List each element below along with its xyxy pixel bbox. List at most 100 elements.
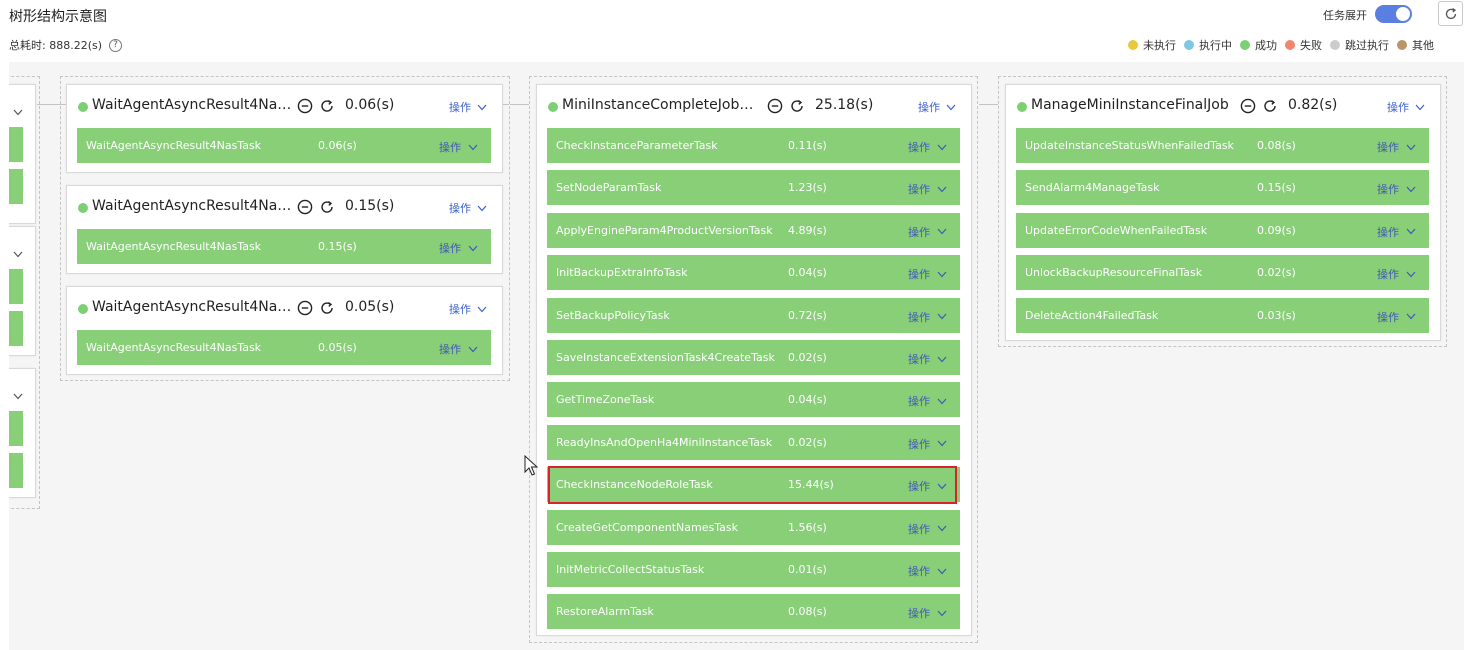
task-duration: 1.23(s) xyxy=(788,181,827,195)
legend-dot xyxy=(1397,40,1407,50)
job-card: MiniInstanceCompleteJob4Cre... 25.18(s) 操作… xyxy=(536,84,972,636)
task-row[interactable]: RestoreAlarmTask 0.08(s) 操作 xyxy=(547,594,960,630)
task-row[interactable]: SetNodeParamTask 1.23(s) 操作 xyxy=(547,170,960,206)
task-row[interactable]: SetBackupPolicyTask 0.72(s) 操作 xyxy=(547,297,960,333)
task-operate-menu[interactable]: 操作 xyxy=(908,563,947,579)
chevron-down-icon xyxy=(946,104,956,110)
collapse-icon[interactable] xyxy=(1240,98,1256,114)
operate-label: 操作 xyxy=(439,343,461,356)
task-operate-menu[interactable]: 操作 xyxy=(908,224,947,240)
task-row[interactable]: UpdateInstanceStatusWhenFailedTask 0.08(s… xyxy=(1016,128,1429,163)
status-success-dot xyxy=(78,304,88,314)
task-row-partial[interactable] xyxy=(9,127,23,162)
task-row[interactable]: CreateGetComponentNamesTask 1.56(s) 操作 xyxy=(547,509,960,545)
retry-icon[interactable] xyxy=(319,300,335,316)
task-row[interactable]: WaitAgentAsyncResult4NasTask 0.05(s) 操作 xyxy=(77,330,491,365)
task-duration: 0.15(s) xyxy=(318,240,357,253)
task-row[interactable]: WaitAgentAsyncResult4NasTask 0.06(s) 操作 xyxy=(77,128,491,163)
stage-connector xyxy=(510,104,529,105)
legend-item: 执行中 xyxy=(1184,37,1232,53)
retry-icon[interactable] xyxy=(319,199,335,215)
job-card: WaitAgentAsyncResult4NasJo... 0.06(s) 操作 Wa… xyxy=(66,84,503,173)
job-name: MiniInstanceCompleteJob4Cre... xyxy=(562,97,762,113)
chevron-down-icon[interactable] xyxy=(13,101,23,120)
job-operate-menu[interactable]: 操作 xyxy=(449,200,487,216)
task-row-partial[interactable] xyxy=(9,453,23,488)
collapse-icon[interactable] xyxy=(297,199,313,215)
operate-label: 操作 xyxy=(908,141,930,154)
task-operate-menu[interactable]: 操作 xyxy=(439,240,478,256)
job-operate-menu[interactable]: 操作 xyxy=(1387,99,1425,115)
mouse-cursor-icon xyxy=(524,455,538,476)
help-icon[interactable]: ? xyxy=(109,38,123,52)
legend-label: 失败 xyxy=(1300,39,1322,52)
task-row[interactable]: CheckInstanceNodeRoleTask 15.44(s) 操作 xyxy=(547,467,960,503)
task-row[interactable]: GetTimeZoneTask 0.04(s) 操作 xyxy=(547,382,960,418)
task-operate-menu[interactable]: 操作 xyxy=(908,266,947,282)
task-row-partial[interactable] xyxy=(9,411,23,446)
chevron-down-icon xyxy=(937,186,947,193)
task-row-partial[interactable] xyxy=(9,169,23,204)
task-row[interactable]: SendAlarm4ManageTask 0.15(s) 操作 xyxy=(1016,170,1429,206)
toggle-knob xyxy=(1396,7,1410,21)
task-row[interactable]: InitBackupExtraInfoTask 0.04(s) 操作 xyxy=(547,255,960,291)
task-operate-menu[interactable]: 操作 xyxy=(908,139,947,155)
task-operate-menu[interactable]: 操作 xyxy=(1377,266,1416,282)
collapse-icon[interactable] xyxy=(297,300,313,316)
task-operate-menu[interactable]: 操作 xyxy=(439,139,478,155)
task-operate-menu[interactable]: 操作 xyxy=(908,521,947,537)
task-row-partial[interactable] xyxy=(9,269,23,304)
task-name: SaveInstanceExtensionTask4CreateTask xyxy=(556,351,775,364)
task-operate-menu[interactable]: 操作 xyxy=(1377,309,1416,325)
chevron-down-icon[interactable] xyxy=(13,243,23,262)
task-operate-menu[interactable]: 操作 xyxy=(439,341,478,357)
task-row[interactable]: ReadyInsAndOpenHa4MiniInstanceTask 0.02(s… xyxy=(547,424,960,460)
task-operate-menu[interactable]: 操作 xyxy=(1377,139,1416,155)
task-row[interactable]: ApplyEngineParam4ProductVersionTask 4.89(… xyxy=(547,212,960,248)
task-operate-menu[interactable]: 操作 xyxy=(908,309,947,325)
retry-icon[interactable] xyxy=(789,98,805,114)
task-row[interactable]: WaitAgentAsyncResult4NasTask 0.15(s) 操作 xyxy=(77,229,491,264)
job-operate-menu[interactable]: 操作 xyxy=(918,99,956,115)
chevron-down-icon[interactable] xyxy=(13,385,23,404)
legend-item: 其他 xyxy=(1397,37,1434,53)
refresh-button[interactable] xyxy=(1438,1,1463,26)
task-operate-menu[interactable]: 操作 xyxy=(908,605,947,621)
retry-icon[interactable] xyxy=(1262,98,1278,114)
task-row[interactable]: CheckInstanceParameterTask 0.11(s) 操作 xyxy=(547,128,960,163)
task-row[interactable]: SaveInstanceExtensionTask4CreateTask 0.02… xyxy=(547,340,960,375)
collapse-icon[interactable] xyxy=(297,98,313,114)
task-row-partial[interactable] xyxy=(9,311,23,346)
tree-canvas[interactable]: WaitAgentAsyncResult4NasJo... 0.06(s) 操作 Wa… xyxy=(9,62,1464,650)
task-expand-toggle[interactable] xyxy=(1375,5,1412,23)
task-row[interactable]: UnlockBackupResourceFinalTask 0.02(s) 操作 xyxy=(1016,255,1429,291)
task-operate-menu[interactable]: 操作 xyxy=(908,181,947,197)
task-operate-menu[interactable]: 操作 xyxy=(1377,224,1416,240)
job-operate-menu[interactable]: 操作 xyxy=(449,99,487,115)
task-row[interactable]: UpdateErrorCodeWhenFailedTask 0.09(s) 操作 xyxy=(1016,212,1429,248)
task-name: CheckInstanceNodeRoleTask xyxy=(556,478,713,492)
task-row[interactable]: DeleteAction4FailedTask 0.03(s) 操作 xyxy=(1016,297,1429,333)
task-operate-menu[interactable]: 操作 xyxy=(1377,181,1416,197)
task-operate-menu[interactable]: 操作 xyxy=(908,436,947,452)
task-operate-menu[interactable]: 操作 xyxy=(908,478,947,494)
job-header: WaitAgentAsyncResult4NasJo... 0.15(s) 操作 xyxy=(67,186,502,226)
task-operate-menu[interactable]: 操作 xyxy=(908,351,947,367)
job-name: WaitAgentAsyncResult4NasJo... xyxy=(92,97,292,113)
chevron-down-icon xyxy=(937,228,947,235)
chevron-down-icon xyxy=(937,356,947,362)
job-header: WaitAgentAsyncResult4NasJo... 0.05(s) 操作 xyxy=(67,287,502,327)
job-card-partial xyxy=(9,84,36,224)
chevron-down-icon xyxy=(13,251,23,258)
legend-item: 跳过执行 xyxy=(1330,37,1389,53)
task-row[interactable]: InitMetricCollectStatusTask 0.01(s) 操作 xyxy=(547,552,960,587)
retry-icon[interactable] xyxy=(319,98,335,114)
chevron-down-icon xyxy=(937,398,947,405)
chevron-down-icon xyxy=(468,346,478,352)
task-operate-menu[interactable]: 操作 xyxy=(908,393,947,409)
legend-dot xyxy=(1184,40,1194,50)
legend-dot xyxy=(1285,40,1295,50)
job-operate-menu[interactable]: 操作 xyxy=(449,301,487,317)
status-success-dot xyxy=(548,102,558,112)
collapse-icon[interactable] xyxy=(767,98,783,114)
